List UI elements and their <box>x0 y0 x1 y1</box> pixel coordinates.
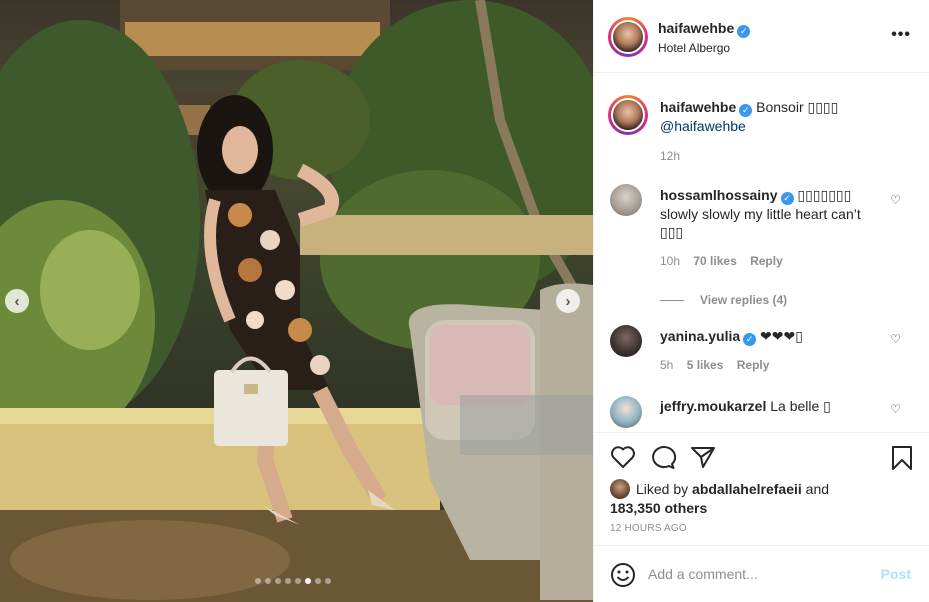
carousel-dot <box>285 578 291 584</box>
comment-likes[interactable]: 5 likes <box>687 358 724 372</box>
comment-meta: 10h 70 likes Reply <box>660 254 793 268</box>
carousel-dot <box>255 578 261 584</box>
chevron-left-icon: ‹ <box>14 292 20 310</box>
post-actions: Liked by abdallahelrefaeii and 183,350 o… <box>594 432 929 545</box>
author-username[interactable]: haifawehbe <box>658 20 734 36</box>
verified-badge-icon: ✓ <box>743 333 757 346</box>
post-details-panel: haifawehbe ✓ Hotel Albergo ••• haifawehbe… <box>593 0 929 602</box>
comment-bubble-icon[interactable] <box>650 445 677 472</box>
carousel-dot <box>295 578 301 584</box>
comments-list[interactable]: haifawehbe ✓ Bonsoir ▯▯▯▯ @haifawehbe 12h… <box>594 74 929 432</box>
save-bookmark-icon[interactable] <box>890 445 914 474</box>
comment-body-line: slowly slowly my little heart can’t <box>660 206 861 222</box>
post-location[interactable]: Hotel Albergo <box>658 41 730 55</box>
carousel-dot <box>305 578 311 584</box>
commenter-username[interactable]: jeffry.moukarzel <box>660 398 766 414</box>
post-photo-art <box>0 0 593 602</box>
commenter-avatar[interactable] <box>610 396 642 428</box>
verified-badge-icon: ✓ <box>780 192 794 205</box>
comment-like-heart-icon[interactable]: ♡ <box>890 193 901 207</box>
likes-prefix: Liked by <box>636 481 689 497</box>
comment-meta: 5h 5 likes Reply <box>660 358 779 372</box>
add-comment-bar: Post <box>594 545 929 602</box>
comment-text: hossamlhossainy ✓ ▯▯▯▯▯▯▯ slowly slowly m… <box>660 186 875 241</box>
carousel-dot <box>325 578 331 584</box>
author-avatar[interactable] <box>608 17 648 57</box>
comment-likes[interactable]: 70 likes <box>693 254 736 268</box>
likes-and: and <box>805 481 830 497</box>
caption-mention[interactable]: @haifawehbe <box>660 118 746 134</box>
post-header: haifawehbe ✓ Hotel Albergo ••• <box>594 0 929 73</box>
caption-avatar[interactable] <box>608 95 648 135</box>
commenter-avatar[interactable] <box>610 325 642 357</box>
post-timestamp[interactable]: 12 HOURS AGO <box>610 523 687 534</box>
carousel-dot <box>265 578 271 584</box>
more-options-icon[interactable]: ••• <box>891 26 911 44</box>
commenter-avatar[interactable] <box>610 184 642 216</box>
likes-others-count[interactable]: 183,350 others <box>610 500 707 516</box>
comment-time: 10h <box>660 254 681 268</box>
liker-avatar[interactable] <box>610 479 630 499</box>
post-comment-button[interactable]: Post <box>881 566 911 582</box>
carousel-dot <box>275 578 281 584</box>
view-replies-button[interactable]: View replies (4) <box>660 293 787 307</box>
commenter-username[interactable]: hossamlhossainy <box>660 187 778 203</box>
reply-button[interactable]: Reply <box>737 358 770 372</box>
caption-time: 12h <box>660 149 681 163</box>
carousel-indicator <box>255 578 331 584</box>
caption-body: Bonsoir ▯▯▯▯ <box>756 99 839 115</box>
comment-body-line: ▯▯▯ <box>660 224 684 240</box>
comment-body-line: ▯▯▯▯▯▯▯ <box>797 187 852 203</box>
carousel-dot <box>315 578 321 584</box>
view-replies-label[interactable]: View replies (4) <box>700 293 787 307</box>
likes-summary: Liked by abdallahelrefaeii and 183,350 o… <box>610 479 829 517</box>
comment-body-line: ❤❤❤▯ <box>760 328 803 344</box>
caption-meta: 12h <box>660 149 690 163</box>
comment-like-heart-icon[interactable]: ♡ <box>890 332 901 346</box>
post-photo[interactable]: ‹ › <box>0 0 593 602</box>
reply-button[interactable]: Reply <box>750 254 783 268</box>
commenter-username[interactable]: yanina.yulia <box>660 328 740 344</box>
next-slide-button[interactable]: › <box>556 289 580 313</box>
verified-badge-icon: ✓ <box>739 104 753 117</box>
comment-input[interactable] <box>648 564 868 584</box>
caption-text: haifawehbe ✓ Bonsoir ▯▯▯▯ @haifawehbe <box>660 98 900 135</box>
verified-badge-icon: ✓ <box>737 25 751 38</box>
comment-text: jeffry.moukarzel La belle ▯ <box>660 397 875 415</box>
share-paper-plane-icon[interactable] <box>690 445 716 472</box>
like-heart-icon[interactable] <box>610 445 636 472</box>
caption-username[interactable]: haifawehbe <box>660 99 736 115</box>
comment-time: 5h <box>660 358 674 372</box>
liker-username[interactable]: abdallahelrefaeii <box>692 481 802 497</box>
comment-text: yanina.yulia ✓ ❤❤❤▯ <box>660 327 875 346</box>
previous-slide-button[interactable]: ‹ <box>5 289 29 313</box>
chevron-right-icon: › <box>565 292 571 310</box>
smiley-icon[interactable] <box>610 562 636 591</box>
comment-like-heart-icon[interactable]: ♡ <box>890 402 901 416</box>
comment-body-line: La belle ▯ <box>770 398 831 414</box>
